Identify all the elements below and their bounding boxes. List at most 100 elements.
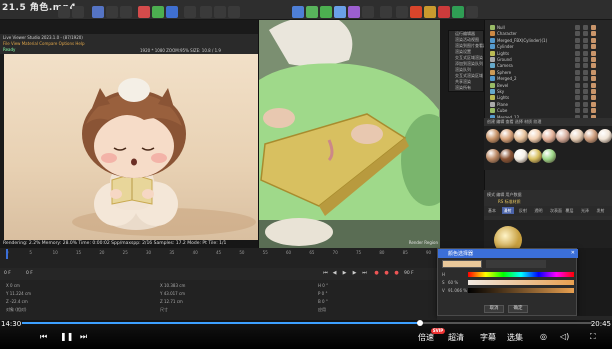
coordinate-field[interactable]: Z -22.4 cm [6, 299, 28, 304]
light-icon[interactable] [410, 6, 422, 18]
coordinate-field[interactable]: Y 43.017 cm [160, 291, 185, 296]
z-axis-icon[interactable] [166, 6, 178, 18]
sky-icon[interactable] [424, 6, 436, 18]
coord-system-icon[interactable] [184, 6, 196, 18]
quality-button[interactable]: 超清 [448, 332, 464, 343]
episodes-button[interactable]: 选集 [507, 332, 523, 343]
ok-button[interactable]: 确定 [508, 305, 528, 313]
saturation-value[interactable]: 60 % [448, 280, 458, 285]
material-swatch[interactable] [528, 149, 542, 163]
material-swatch[interactable] [514, 149, 528, 163]
danmaku-icon[interactable]: ◎ [540, 332, 547, 341]
material-swatch[interactable] [556, 129, 570, 143]
object-tag-icon[interactable] [575, 69, 580, 75]
go-to-start-icon[interactable]: ⏮ [322, 270, 329, 277]
render-window-menu[interactable]: File View Material Compare Options Help [3, 41, 85, 46]
object-tag-icon[interactable] [575, 31, 580, 37]
object-tag-icon[interactable] [575, 95, 580, 101]
material-swatch[interactable] [528, 129, 542, 143]
subtitle-button[interactable]: 字幕 [480, 332, 496, 343]
object-tag-icon[interactable] [575, 44, 580, 50]
redo-icon[interactable] [72, 6, 84, 18]
object-tag-icon[interactable] [591, 57, 596, 62]
keyframe-icon[interactable]: ● [393, 270, 400, 277]
python-icon[interactable] [452, 6, 464, 18]
material-swatch[interactable] [486, 149, 500, 163]
coordinate-field[interactable]: X 10.383 cm [160, 283, 185, 288]
field-icon[interactable] [362, 6, 374, 18]
object-tag-icon[interactable] [591, 76, 596, 82]
attribute-tab[interactable]: 漫射 [501, 207, 514, 214]
render-settings-icon[interactable] [228, 6, 240, 18]
material-swatch[interactable] [584, 129, 598, 143]
move-tool-icon[interactable] [92, 6, 104, 18]
video-progress-bar[interactable] [22, 320, 592, 326]
layout-icon[interactable] [466, 6, 478, 18]
record-icon[interactable]: ● [373, 270, 380, 277]
rotate-tool-icon[interactable] [120, 6, 132, 18]
play-icon[interactable]: ▶ [341, 270, 348, 277]
coordinate-field[interactable]: P 0 ° [318, 291, 328, 296]
coordinate-field[interactable]: Z 12.71 cm [160, 299, 183, 304]
cancel-button[interactable]: 取消 [484, 305, 504, 313]
object-tag-icon[interactable] [583, 44, 588, 50]
progress-knob[interactable] [416, 320, 423, 326]
timeline-playhead[interactable] [6, 249, 8, 259]
color-picker-titlebar[interactable]: 颜色选择器 ✕ [438, 249, 578, 258]
close-icon[interactable]: ✕ [571, 250, 575, 256]
object-tag-icon[interactable] [583, 25, 588, 30]
coordinate-field[interactable]: Y 11.224 cm [6, 291, 31, 296]
saturation-slider[interactable] [468, 280, 574, 285]
object-tag-icon[interactable] [575, 37, 580, 43]
object-tag-icon[interactable] [583, 57, 588, 62]
volume-icon[interactable]: ◁) [560, 332, 569, 341]
object-tag-icon[interactable] [591, 31, 596, 37]
value-slider[interactable] [468, 288, 574, 293]
array-icon[interactable] [334, 6, 346, 18]
material-swatch[interactable] [500, 129, 514, 143]
coordinate-field[interactable]: 尺寸 [160, 307, 168, 313]
object-tag-icon[interactable] [591, 82, 596, 88]
scale-tool-icon[interactable] [106, 6, 118, 18]
coordinate-field[interactable]: 应用 [318, 307, 326, 313]
next-video-icon[interactable]: ⏭ [80, 332, 87, 342]
current-frame[interactable]: 0 F [4, 271, 11, 276]
material-swatch[interactable] [542, 129, 556, 143]
object-tag-icon[interactable] [591, 37, 596, 43]
material-swatch[interactable] [598, 129, 612, 143]
object-tag-icon[interactable] [575, 101, 580, 107]
prev-video-icon[interactable]: ⏮ [40, 332, 47, 342]
render-picture-icon[interactable] [214, 6, 226, 18]
next-frame-icon[interactable]: ▶ [351, 270, 358, 277]
go-to-end-icon[interactable]: ⏭ [361, 270, 368, 277]
timeline[interactable]: 051015202530354045505560657075808590 [0, 248, 437, 268]
object-tag-icon[interactable] [583, 82, 588, 88]
coordinate-field[interactable]: B 0 ° [318, 299, 328, 304]
coordinate-field[interactable]: 对象 (相对) [6, 307, 26, 313]
attribute-menu-text[interactable]: 模式 编辑 用户数据 [487, 192, 522, 198]
color-mode-buttons[interactable] [486, 260, 546, 268]
timeline-ruler[interactable]: 051015202530354045505560657075808590 [6, 250, 434, 259]
attribute-tab[interactable]: 发射 [595, 207, 607, 214]
coordinate-field[interactable]: H 0 ° [318, 283, 328, 288]
x-axis-icon[interactable] [138, 6, 150, 18]
material-swatch[interactable] [486, 129, 500, 143]
value-value[interactable]: 91.066 % [448, 288, 467, 293]
object-tag-icon[interactable] [575, 108, 580, 114]
object-tag-icon[interactable] [583, 31, 588, 37]
material-swatch[interactable] [514, 129, 528, 143]
3d-viewport[interactable]: Render Region [258, 20, 440, 248]
subdivision-icon[interactable] [320, 6, 332, 18]
object-tag-icon[interactable] [591, 89, 596, 94]
attribute-tab[interactable]: 反射 [517, 207, 529, 214]
object-tag-icon[interactable] [591, 101, 596, 107]
coordinate-field[interactable]: X 0 cm [6, 283, 20, 288]
attribute-tab[interactable]: 基本 [486, 207, 498, 214]
hue-slider[interactable] [468, 272, 574, 277]
attribute-tab[interactable]: 覆层 [564, 207, 576, 214]
render-view-icon[interactable] [200, 6, 212, 18]
object-tag-icon[interactable] [583, 69, 588, 75]
scene-icon[interactable] [380, 6, 392, 18]
cube-icon[interactable] [292, 6, 304, 18]
object-tag-icon[interactable] [575, 57, 580, 62]
